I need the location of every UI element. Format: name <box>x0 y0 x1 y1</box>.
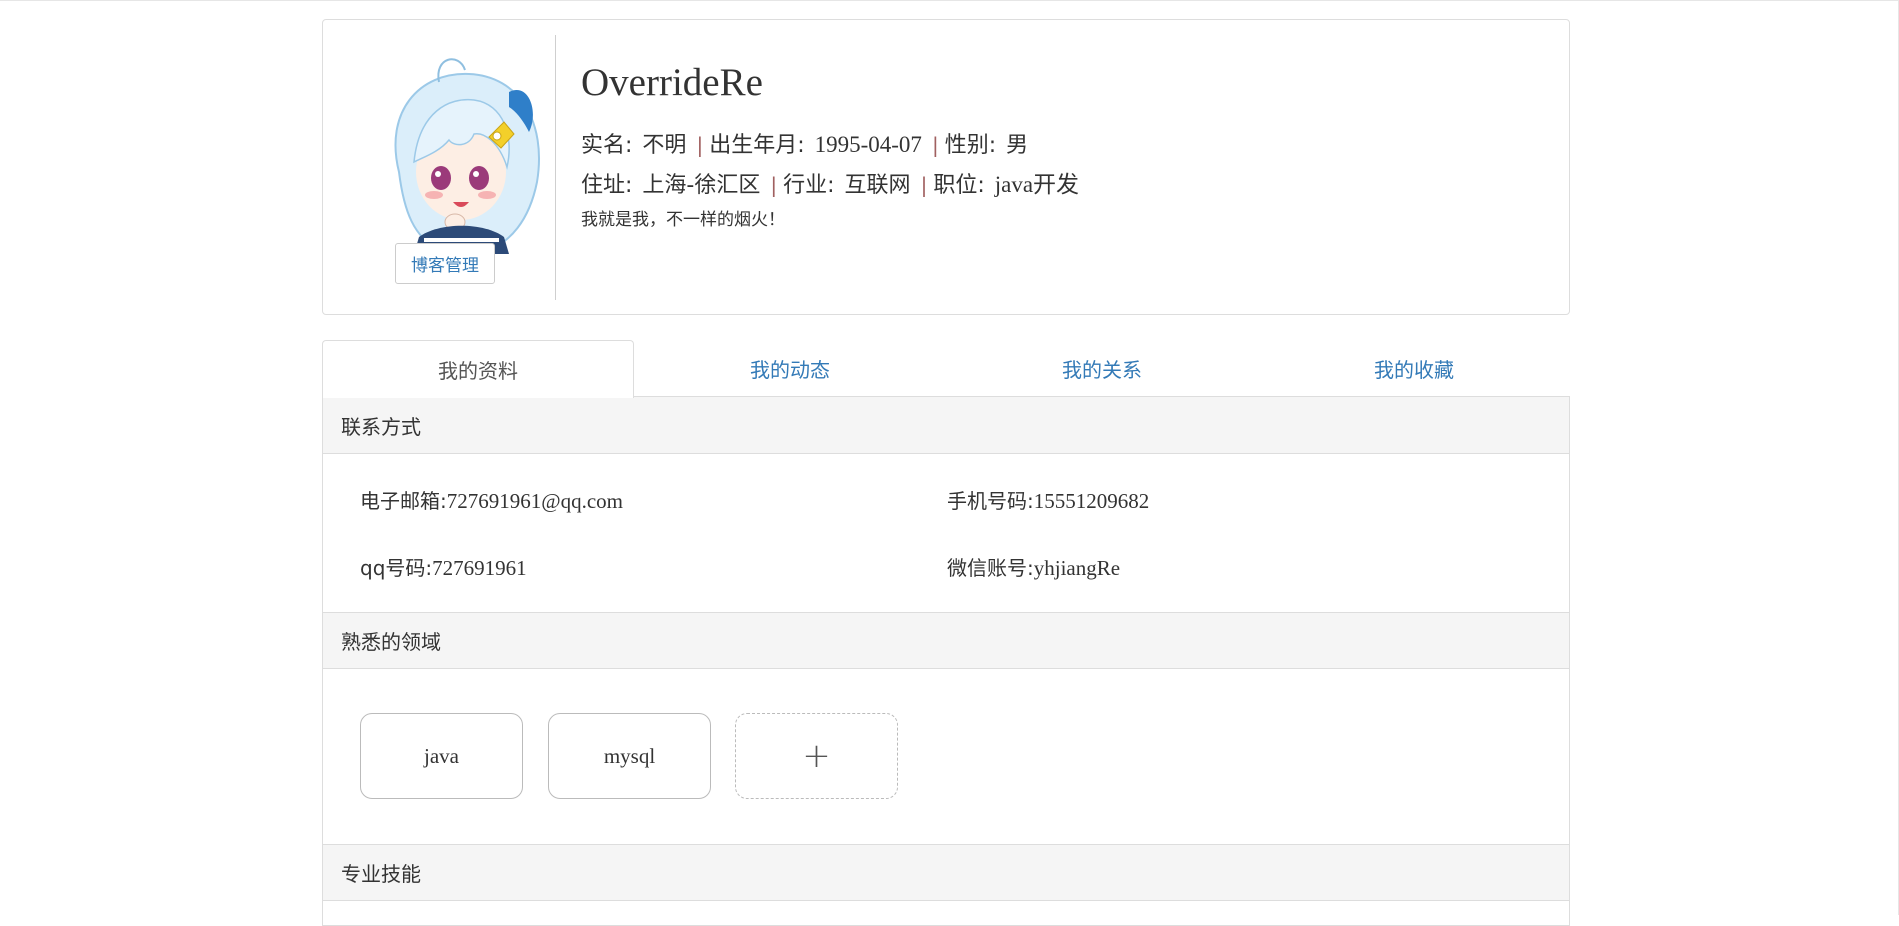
info-line-1: 实名: 不明 | 出生年月: 1995-04-07 | 性别: 男 <box>581 127 1028 159</box>
profile-card: 博客管理 OverrideRe 实名: 不明 | 出生年月: 1995-04-07 | 性别… <box>322 19 1570 315</box>
wechat-item: 微信账号:yhjiangRe <box>947 552 1120 581</box>
birth-label: 出生年月: <box>709 133 805 158</box>
tab-my-activity[interactable]: 我的动态 <box>634 340 946 397</box>
phone-label: 手机号码: <box>947 489 1034 513</box>
vertical-divider <box>555 35 556 300</box>
contact-section-title: 联系方式 <box>323 397 1569 454</box>
bio-text: 我就是我，不一样的烟火！ <box>581 210 785 230</box>
info-line-2: 住址: 上海-徐汇区 | 行业: 互联网 | 职位: java开发 <box>581 165 1079 199</box>
separator: | <box>920 173 928 197</box>
profile-tabs: 我的资料 我的动态 我的关系 我的收藏 <box>322 340 1570 398</box>
wechat-value: yhjiangRe <box>1033 556 1121 580</box>
qq-item: qq号码:727691961 <box>360 552 527 581</box>
tab-my-profile[interactable]: 我的资料 <box>322 340 634 398</box>
skills-section-title: 熟悉的领域 <box>323 612 1569 669</box>
qq-value: 727691961 <box>432 556 527 580</box>
separator: | <box>696 133 704 157</box>
top-border <box>0 0 1899 1</box>
real-name-value: 不明 <box>642 133 687 158</box>
gender-value: 男 <box>1006 133 1029 158</box>
email-label: 电子邮箱: <box>360 489 447 513</box>
tab-my-favorites[interactable]: 我的收藏 <box>1258 340 1570 397</box>
separator: | <box>770 173 778 197</box>
email-value: 727691961@qq.com <box>446 489 623 513</box>
phone-item: 手机号码:15551209682 <box>947 485 1149 514</box>
address-value: 上海-徐汇区 <box>642 173 761 198</box>
pro-skills-section-title: 专业技能 <box>323 844 1569 901</box>
qq-label: qq号码: <box>360 556 433 580</box>
add-skill-button[interactable]: + <box>735 713 898 799</box>
position-value: java开发 <box>994 172 1080 197</box>
phone-value: 15551209682 <box>1033 489 1150 513</box>
username: OverrideRe <box>581 61 763 104</box>
tab-my-relations[interactable]: 我的关系 <box>946 340 1258 397</box>
industry-value: 互联网 <box>844 173 911 198</box>
real-name-label: 实名: <box>581 133 633 158</box>
separator: | <box>931 133 939 157</box>
plus-icon: + <box>802 736 831 776</box>
blog-manage-button[interactable]: 博客管理 <box>395 243 495 284</box>
profile-panel: 联系方式 电子邮箱:727691961@qq.com 手机号码:15551209… <box>322 396 1570 926</box>
skill-tag[interactable]: mysql <box>548 713 711 799</box>
birth-value: 1995-04-07 <box>814 132 922 157</box>
gender-label: 性别: <box>944 133 997 158</box>
address-label: 住址: <box>581 173 633 198</box>
position-label: 职位: <box>933 173 985 198</box>
skill-tag[interactable]: java <box>360 713 523 799</box>
industry-label: 行业: <box>783 173 835 198</box>
email-item: 电子邮箱:727691961@qq.com <box>360 485 623 514</box>
avatar <box>394 58 540 254</box>
wechat-label: 微信账号: <box>947 556 1034 580</box>
